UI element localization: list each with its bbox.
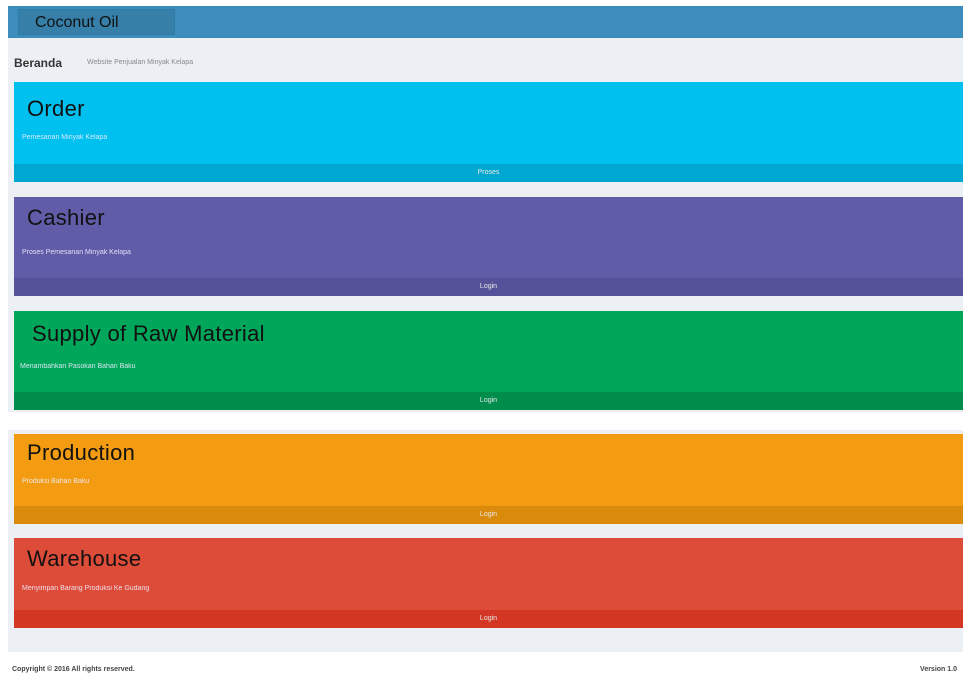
warehouse-login-link[interactable]: Login: [14, 610, 963, 628]
warehouse-box: Warehouse Menyimpan Barang Produksi Ke G…: [14, 538, 963, 628]
footer-copyright: Copyright © 2016 All rights reserved.: [12, 666, 135, 673]
top-navbar: Coconut Oil: [8, 6, 963, 38]
warehouse-description: Menyimpan Barang Produksi Ke Gudang: [22, 585, 150, 592]
footer-version: Version 1.0: [920, 666, 957, 673]
order-proses-link[interactable]: Proses: [14, 164, 963, 182]
production-title: Production: [27, 440, 136, 465]
cashier-title: Cashier: [27, 205, 105, 230]
supply-login-link[interactable]: Login: [14, 392, 963, 410]
order-box: Order Pemesanan Minyak Kelapa Proses: [14, 82, 963, 182]
content-wrapper: Beranda Website Penjualan Minyak Kelapa …: [8, 38, 963, 652]
order-title: Order: [27, 96, 85, 121]
order-description: Pemesanan Minyak Kelapa: [22, 134, 108, 141]
supply-description: Menambahkan Pasokan Bahan Baku: [20, 363, 136, 370]
supply-box: Supply of Raw Material Menambahkan Pasok…: [14, 311, 963, 410]
production-description: Produksi Bahan Baku: [22, 478, 90, 485]
cashier-description: Proses Pemesanan Minyak Kelapa: [22, 249, 131, 256]
supply-title: Supply of Raw Material: [32, 321, 265, 346]
production-login-link[interactable]: Login: [14, 506, 963, 524]
brand-logo-link[interactable]: Coconut Oil: [18, 9, 175, 35]
brand-label: Coconut Oil: [35, 14, 119, 31]
cashier-login-link[interactable]: Login: [14, 278, 963, 296]
warehouse-title: Warehouse: [27, 546, 142, 571]
page: Coconut Oil Beranda Website Penjualan Mi…: [0, 0, 963, 680]
production-box: Production Produksi Bahan Baku Login: [14, 434, 963, 524]
cashier-box: Cashier Proses Pemesanan Minyak Kelapa L…: [14, 197, 963, 296]
page-subtitle: Website Penjualan Minyak Kelapa: [87, 59, 194, 66]
page-title: Beranda: [14, 56, 63, 70]
section-divider: [8, 412, 963, 430]
